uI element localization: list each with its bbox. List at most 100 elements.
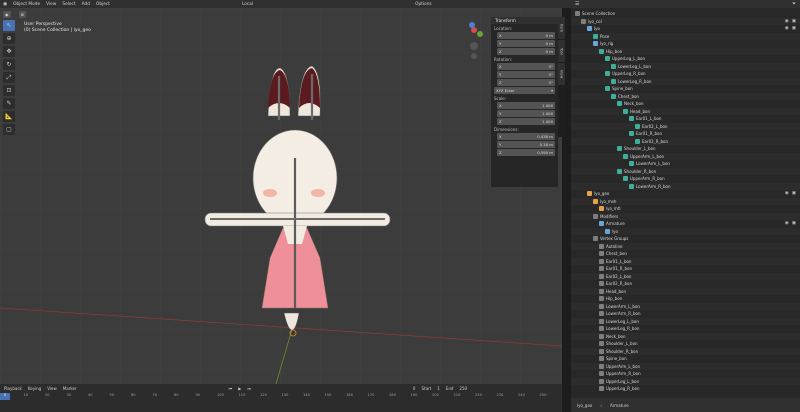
- menu-object[interactable]: Object: [96, 2, 110, 7]
- outliner-row[interactable]: Chest_bon: [571, 92, 800, 100]
- menu-add[interactable]: Add: [82, 2, 90, 7]
- outliner-row[interactable]: UpperArm_R_bon: [571, 175, 800, 182]
- outliner-row[interactable]: LowerLeg_L_bon: [571, 317, 800, 325]
- outliner-row[interactable]: Spine_bon: [571, 355, 800, 362]
- outliner-row[interactable]: LowerLeg_R_bon: [571, 77, 800, 85]
- outliner-row[interactable]: LowerArm_R_bon: [571, 182, 800, 190]
- outliner-row[interactable]: Ear02_L_bon: [571, 272, 800, 280]
- outliner-row[interactable]: Hip_bon: [571, 295, 800, 302]
- tab-tool[interactable]: Tool: [558, 40, 565, 62]
- outliner-row[interactable]: UpperArm_R_bon: [571, 370, 800, 377]
- outliner-row[interactable]: Armature ◉ ▣: [571, 220, 800, 227]
- outliner-row[interactable]: Modifiers: [571, 212, 800, 220]
- 3d-viewport[interactable]: [0, 8, 562, 384]
- eye-icon[interactable]: ◉: [785, 221, 789, 226]
- outliner-row[interactable]: UpperLeg_R_bon: [571, 385, 800, 392]
- transform-pivot-button[interactable]: ◉: [3, 10, 11, 18]
- scale-y-field[interactable]: Y 1.000: [497, 110, 555, 117]
- outliner-row[interactable]: Head_bon: [571, 107, 800, 115]
- rotation-z-field[interactable]: Z 0°: [497, 79, 555, 86]
- outliner-row[interactable]: Ear01_L_bon: [571, 115, 800, 122]
- camera-icon[interactable]: ▣: [792, 19, 796, 24]
- options-button[interactable]: Options: [415, 2, 432, 7]
- menu-view[interactable]: View: [46, 2, 56, 7]
- outliner-row[interactable]: lyo_geo ◉ ▣: [571, 190, 800, 197]
- outliner-row[interactable]: UpperArm_L_bon: [571, 362, 800, 370]
- outliner-row[interactable]: LowerArm_L_bon: [571, 302, 800, 310]
- scale-tool-icon[interactable]: ⤢: [3, 72, 15, 83]
- outliner-row[interactable]: Ear01_R_bon: [571, 265, 800, 272]
- camera-icon[interactable]: ▣: [792, 26, 796, 31]
- outliner-row[interactable]: LowerArm_L_bon: [571, 160, 800, 167]
- outliner-row[interactable]: lyo_mtl: [571, 205, 800, 212]
- outliner-row[interactable]: LowerLeg_R_bon: [571, 325, 800, 332]
- eye-icon[interactable]: ◉: [785, 26, 789, 31]
- outliner-row[interactable]: Shoulder_R_bon: [571, 347, 800, 355]
- camera-icon[interactable]: ▣: [792, 191, 796, 196]
- location-x-field[interactable]: X0 m: [497, 32, 555, 39]
- end-frame-field[interactable]: 250: [459, 386, 467, 391]
- play-icon[interactable]: ▶: [238, 386, 241, 391]
- add-cube-tool-icon[interactable]: ▢: [3, 124, 15, 135]
- outliner-row[interactable]: lyo_col ◉ ▣: [571, 17, 800, 25]
- outliner-row[interactable]: lyo ◉ ▣: [571, 25, 800, 32]
- annotate-tool-icon[interactable]: ✎: [3, 98, 15, 109]
- outliner-row[interactable]: lyo_msh: [571, 197, 800, 205]
- menu-select[interactable]: Select: [62, 2, 75, 7]
- outliner-row[interactable]: Ear02_L_bon: [571, 122, 800, 130]
- transform-tool-icon[interactable]: ⊡: [3, 85, 15, 96]
- rotation-mode-select[interactable]: XYZ Euler ▾: [494, 87, 555, 94]
- dimensions-z-field[interactable]: Z 0.595 m: [497, 149, 555, 156]
- dimensions-y-field[interactable]: Y 0.18 m: [497, 141, 555, 148]
- eye-icon[interactable]: ◉: [785, 19, 789, 24]
- outliner-row[interactable]: Ear02_R_bon: [571, 280, 800, 287]
- current-frame-field[interactable]: 0: [413, 386, 416, 391]
- outliner-row[interactable]: Shoulder_L_bon: [571, 145, 800, 152]
- location-z-field[interactable]: Z0 m: [497, 48, 555, 55]
- outliner-row[interactable]: Hip_bon: [571, 47, 800, 55]
- jump-end-icon[interactable]: ⏭: [247, 386, 251, 391]
- cursor-tool-icon[interactable]: ⊕: [3, 33, 15, 44]
- rotation-x-field[interactable]: X 0°: [497, 63, 555, 70]
- outliner-row[interactable]: lyo_rig: [571, 40, 800, 47]
- rotate-tool-icon[interactable]: ↻: [3, 59, 15, 70]
- rotation-y-field[interactable]: Y 0°: [497, 71, 555, 78]
- scale-z-field[interactable]: Z 1.000: [497, 118, 555, 125]
- outliner-row[interactable]: Spine_bon: [571, 85, 800, 92]
- marker-menu[interactable]: Marker: [63, 386, 77, 391]
- outliner-row[interactable]: Pose: [571, 32, 800, 40]
- move-tool-icon[interactable]: ✥: [3, 46, 15, 57]
- outliner-row[interactable]: Shoulder_R_bon: [571, 167, 800, 175]
- snap-button[interactable]: ⊞: [18, 10, 26, 18]
- scale-x-field[interactable]: X 1.000: [497, 102, 555, 109]
- outliner-row[interactable]: Shoulder_L_bon: [571, 340, 800, 347]
- outliner-row[interactable]: Chest_bon: [571, 250, 800, 257]
- outliner-row[interactable]: LowerArm_R_bon: [571, 310, 800, 317]
- outliner-row[interactable]: LowerLeg_L_bon: [571, 62, 800, 70]
- playhead[interactable]: 0: [0, 393, 10, 400]
- frame-ruler[interactable]: 0 10 20 30 40 50 60 70 80 90 100 110 120 130 140 150 160…: [0, 393, 562, 400]
- outliner-row[interactable]: Vertex Groups: [571, 235, 800, 242]
- outliner-row[interactable]: Ear01_R_bon: [571, 130, 800, 137]
- outliner-row[interactable]: Autoline: [571, 242, 800, 250]
- orientation-selector[interactable]: Local: [242, 2, 253, 7]
- view-menu[interactable]: View: [47, 386, 57, 391]
- measure-tool-icon[interactable]: 📐: [3, 111, 15, 122]
- keying-menu[interactable]: Keying: [28, 386, 41, 391]
- mode-selector[interactable]: Object Mode: [13, 2, 40, 7]
- eye-icon[interactable]: ◉: [785, 191, 789, 196]
- start-frame-field[interactable]: 1: [437, 386, 440, 391]
- outliner-row[interactable]: UpperLeg_R_bon: [571, 70, 800, 77]
- tab-view[interactable]: View: [558, 63, 565, 85]
- outliner-row[interactable]: Ear01_L_bon: [571, 257, 800, 265]
- location-y-field[interactable]: Y0 m: [497, 40, 555, 47]
- select-tool-icon[interactable]: ↖: [3, 20, 15, 31]
- jump-start-icon[interactable]: ⏮: [229, 386, 233, 391]
- dimensions-x-field[interactable]: X 0.438 m: [497, 133, 555, 140]
- outliner-row[interactable]: UpperArm_L_bon: [571, 152, 800, 160]
- outliner-row[interactable]: lyo: [571, 227, 800, 235]
- outliner-row[interactable]: Neck_bon: [571, 332, 800, 340]
- playback-menu[interactable]: Playback: [4, 386, 22, 391]
- outliner-row[interactable]: Head_bon: [571, 287, 800, 295]
- outliner-row[interactable]: Neck_bon: [571, 100, 800, 107]
